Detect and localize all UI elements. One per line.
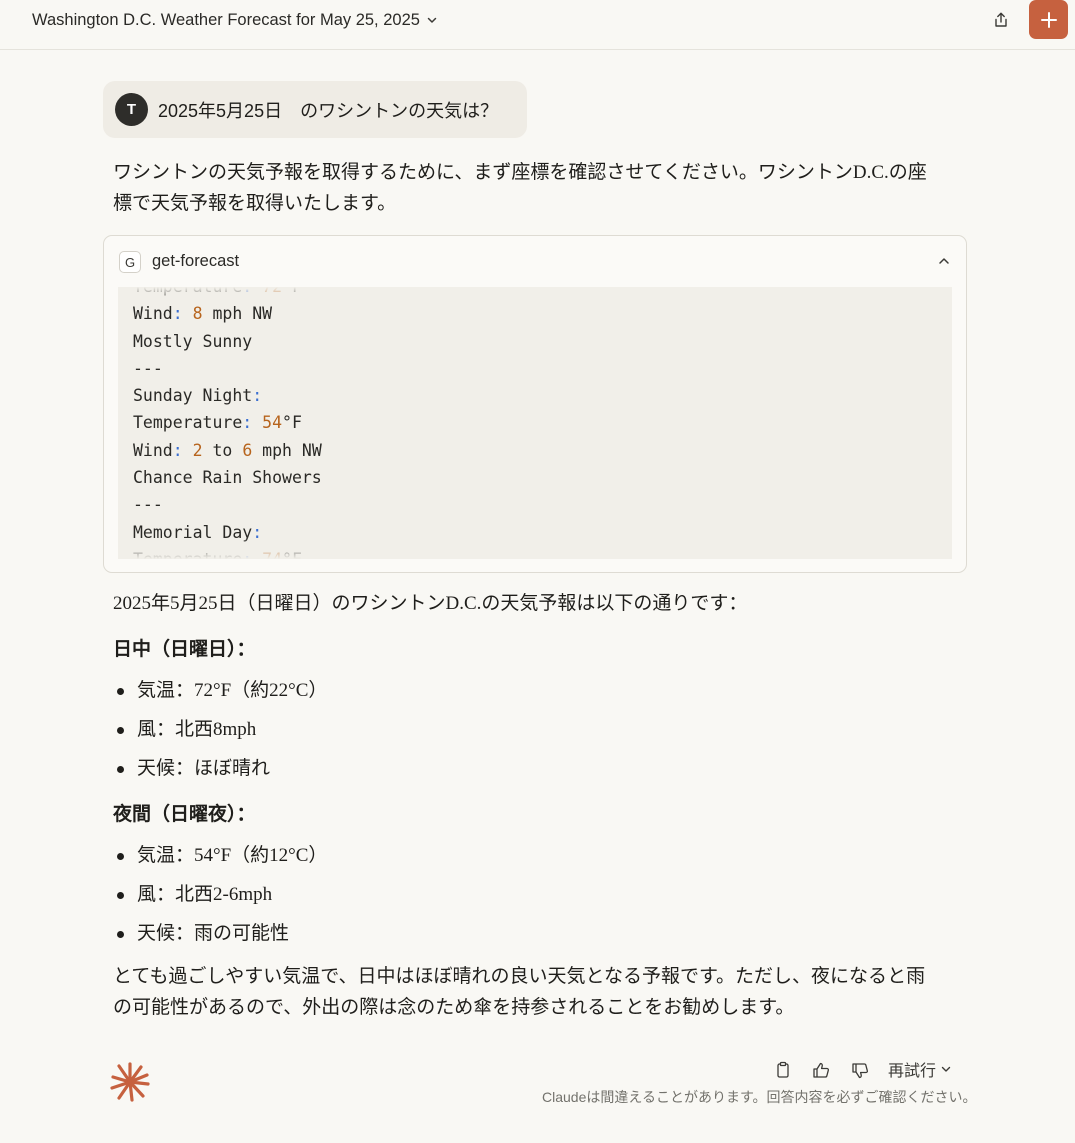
list-item: 気温：72°F（約22°C） xyxy=(113,671,327,710)
conversation-title-button[interactable]: Washington D.C. Weather Forecast for May… xyxy=(20,6,450,34)
tool-name: get-forecast xyxy=(152,252,240,270)
code-line: --- xyxy=(133,358,163,378)
user-message-text: 2025年5月25日 のワシントンの天気は？ xyxy=(158,101,499,121)
night-heading: 夜間（日曜夜）： xyxy=(113,804,256,825)
code-line: Chance Rain Showers xyxy=(133,468,322,488)
copy-button[interactable] xyxy=(771,1058,795,1082)
top-bar: Washington D.C. Weather Forecast for May… xyxy=(0,0,1075,50)
thumbs-up-button[interactable] xyxy=(809,1058,833,1082)
thumbs-up-icon xyxy=(812,1062,829,1078)
closing-paragraph: とても過ごしやすい気温で、日中はほぼ晴れの良い天気となる予報です。ただし、夜にな… xyxy=(113,966,926,1018)
share-icon xyxy=(995,12,1007,27)
disclaimer: Claudeは間違えることがあります。回答内容を必ずご確認ください。 xyxy=(542,1089,977,1105)
claude-logo-icon xyxy=(110,1062,150,1102)
retry-label: 再試行 xyxy=(888,1063,937,1080)
tool-call-card: G get-forecast Temperature: 72°FWind: 8 … xyxy=(103,235,967,573)
forecast-summary: 2025年5月25日（日曜日）のワシントンD.C.の天気予報は以下の通りです： xyxy=(113,593,748,614)
list-item: 天候：雨の可能性 xyxy=(113,914,327,953)
list-item: 天候：ほぼ晴れ xyxy=(113,749,327,788)
chevron-down-icon xyxy=(427,17,437,23)
conversation-title: Washington D.C. Weather Forecast for May… xyxy=(32,10,420,29)
chevron-up-icon xyxy=(939,258,949,264)
tool-output-code: Temperature: 72°FWind: 8 mph NWMostly Su… xyxy=(133,287,322,559)
code-line: Temperature: 54°F xyxy=(133,413,302,433)
tool-call-header[interactable]: G get-forecast xyxy=(104,236,966,286)
tool-badge: G xyxy=(119,251,141,273)
list-item: 気温：54°F（約12°C） xyxy=(113,836,327,875)
day-list: 気温：72°F（約22°C） 風：北西8mph 天候：ほぼ晴れ xyxy=(113,671,327,788)
assistant-intro: ワシントンの天気予報を取得するために、まず座標を確認させてください。ワシントンD… xyxy=(113,162,927,214)
chevron-down-icon xyxy=(941,1066,951,1072)
tool-output[interactable]: Temperature: 72°FWind: 8 mph NWMostly Su… xyxy=(118,287,952,559)
thumbs-down-button[interactable] xyxy=(848,1058,872,1082)
plus-icon xyxy=(1040,11,1057,28)
avatar: T xyxy=(115,93,148,126)
night-list: 気温：54°F（約12°C） 風：北西2-6mph 天候：雨の可能性 xyxy=(113,836,327,953)
new-chat-button[interactable] xyxy=(1029,0,1068,39)
user-message: T 2025年5月25日 のワシントンの天気は？ xyxy=(103,81,527,138)
code-line: --- xyxy=(133,495,163,515)
code-line: Sunday Night: xyxy=(133,386,263,406)
day-heading: 日中（日曜日）： xyxy=(113,639,256,660)
list-item: 風：北西8mph xyxy=(113,710,327,749)
code-line: Wind: 2 to 6 mph NW xyxy=(133,440,322,460)
thumbs-down-icon xyxy=(851,1062,868,1078)
retry-button[interactable]: 再試行 xyxy=(888,1058,952,1080)
share-button[interactable] xyxy=(986,6,1016,34)
code-line: Mostly Sunny xyxy=(133,331,253,351)
copy-icon xyxy=(777,1061,789,1078)
list-item: 風：北西2-6mph xyxy=(113,875,327,914)
